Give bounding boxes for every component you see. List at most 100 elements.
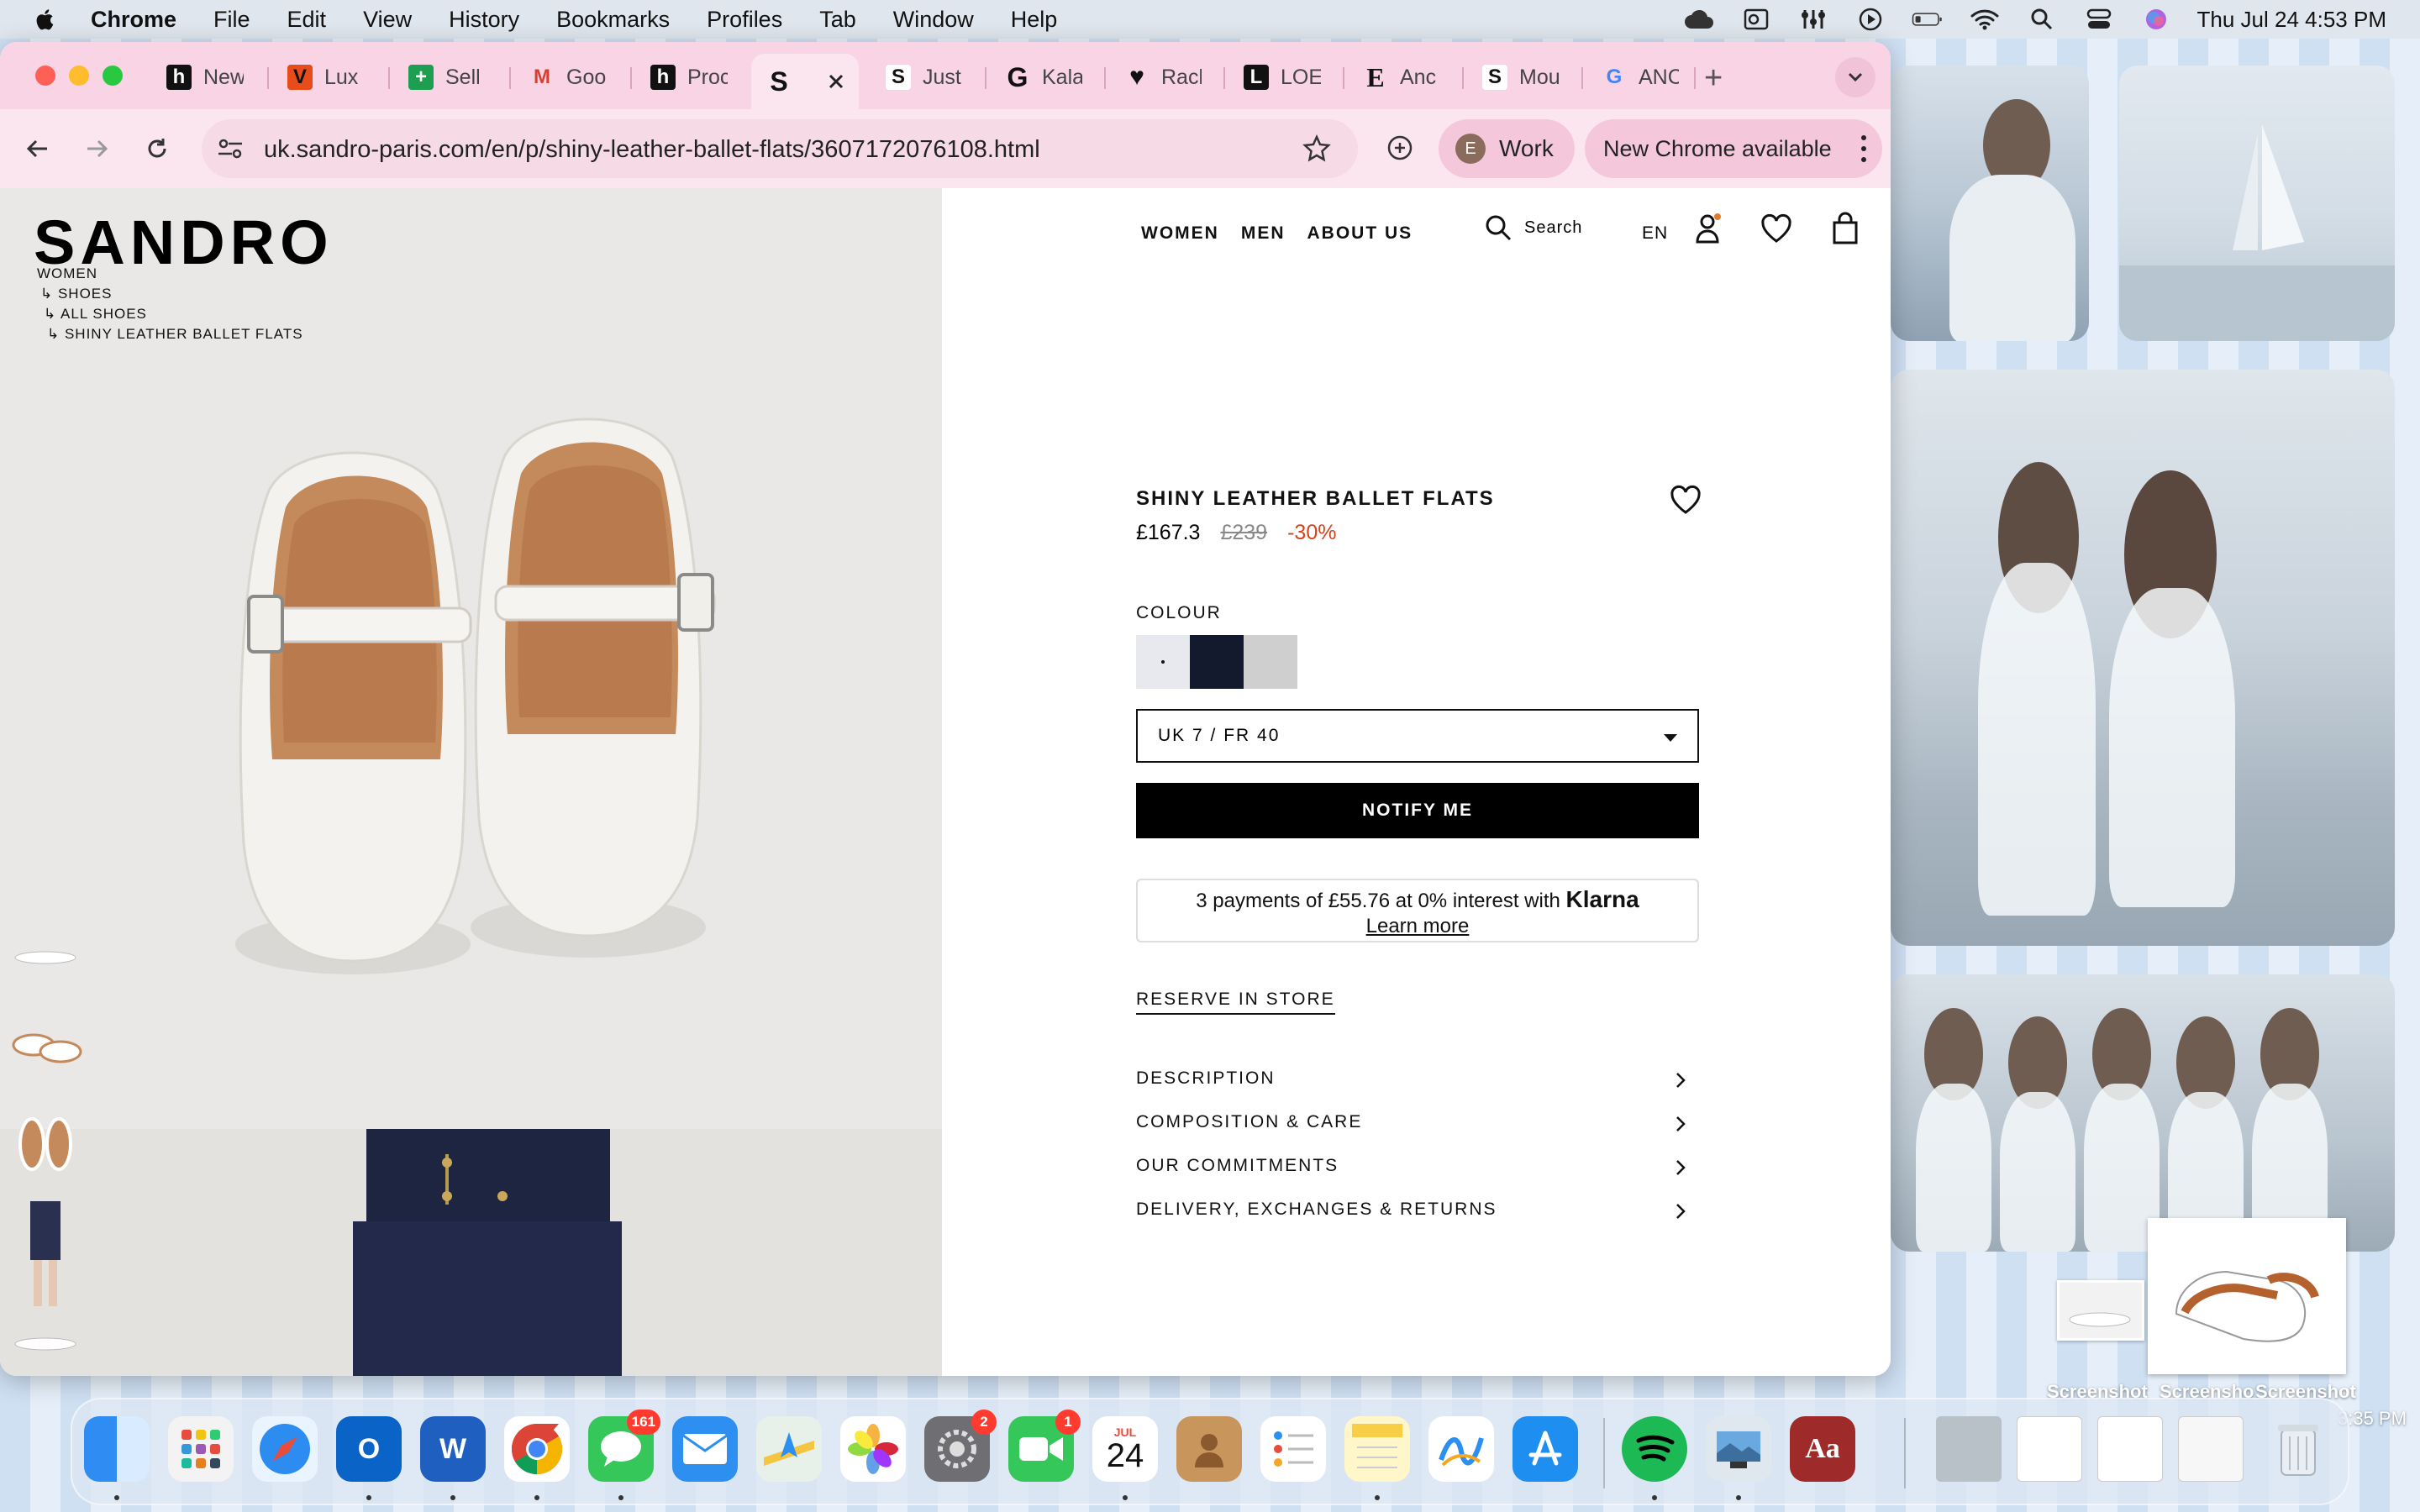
maps-icon[interactable] — [756, 1416, 822, 1482]
accordion-composition-care[interactable]: COMPOSITION & CARE — [1136, 1112, 1691, 1146]
accordion-commitments[interactable]: OUR COMMITMENTS — [1136, 1156, 1691, 1189]
mail-icon[interactable] — [672, 1416, 738, 1482]
cloud-icon[interactable] — [1683, 7, 1715, 32]
menu-file[interactable]: File — [213, 7, 250, 33]
browser-tab[interactable]: E Anc — [1348, 54, 1455, 101]
wifi-icon[interactable] — [1969, 7, 2001, 32]
safari-icon[interactable] — [252, 1416, 318, 1482]
reserve-in-store-link[interactable]: RESERVE IN STORE — [1136, 990, 1335, 1015]
add-to-wishlist-icon[interactable] — [1669, 484, 1702, 516]
size-select[interactable]: UK 7 / FR 40 — [1136, 709, 1699, 763]
more-vert-icon[interactable] — [1860, 134, 1867, 163]
browser-tab[interactable]: S Mou — [1467, 54, 1575, 101]
browser-tab[interactable]: M Goo — [514, 54, 622, 101]
downloads-stack-icon[interactable] — [1936, 1416, 2002, 1482]
browser-tab[interactable]: G ANC — [1586, 54, 1694, 101]
extension-icon[interactable] — [1385, 133, 1415, 163]
wishlist-icon[interactable] — [1760, 212, 1793, 245]
freeform-icon[interactable] — [1428, 1416, 1494, 1482]
breadcrumb-item[interactable]: WOMEN — [37, 265, 97, 282]
klarna-learn-more-link[interactable]: Learn more — [1366, 915, 1470, 937]
play-icon[interactable] — [1854, 7, 1886, 32]
photos-icon[interactable] — [840, 1416, 906, 1482]
accordion-delivery-returns[interactable]: DELIVERY, EXCHANGES & RETURNS — [1136, 1200, 1691, 1233]
menu-help[interactable]: Help — [1011, 7, 1058, 33]
screenshot-file-thumbnail[interactable] — [2148, 1218, 2346, 1374]
screenshot-stack-icon[interactable] — [2097, 1416, 2163, 1482]
browser-tab[interactable]: V Lux — [272, 54, 380, 101]
gallery-thumbnail[interactable] — [8, 1201, 84, 1310]
screenshot-file-thumbnail[interactable] — [2057, 1280, 2144, 1341]
colour-swatch-grey[interactable] — [1244, 635, 1297, 689]
control-center-icon[interactable] — [2083, 7, 2115, 32]
browser-tab[interactable]: + Sell — [393, 54, 501, 101]
nav-men[interactable]: MEN — [1241, 223, 1286, 244]
zoom-window-button[interactable] — [103, 66, 123, 86]
colour-swatch-navy[interactable] — [1190, 635, 1244, 689]
app-store-icon[interactable] — [1512, 1416, 1578, 1482]
product-image-model[interactable] — [0, 1129, 942, 1376]
recent-stack-icon[interactable] — [2178, 1416, 2244, 1482]
menu-app-name[interactable]: Chrome — [91, 7, 176, 33]
close-window-button[interactable] — [35, 66, 55, 86]
url-text[interactable]: uk.sandro-paris.com/en/p/shiny-leather-b… — [264, 136, 1040, 164]
spotify-icon[interactable] — [1622, 1416, 1687, 1482]
notify-me-button[interactable]: NOTIFY ME — [1136, 783, 1699, 838]
shopping-bag-icon[interactable] — [1828, 212, 1862, 245]
menu-bookmarks[interactable]: Bookmarks — [556, 7, 670, 33]
menu-edit[interactable]: Edit — [287, 7, 327, 33]
contacts-icon[interactable] — [1176, 1416, 1242, 1482]
chrome-icon[interactable] — [504, 1416, 570, 1482]
language-selector[interactable]: EN — [1642, 223, 1668, 244]
bookmark-star-icon[interactable] — [1302, 134, 1331, 163]
battery-icon[interactable] — [1912, 7, 1944, 32]
browser-tab[interactable]: h New — [151, 54, 259, 101]
siri-icon[interactable] — [2140, 7, 2172, 32]
colour-swatch-white[interactable] — [1136, 635, 1190, 689]
nav-women[interactable]: WOMEN — [1141, 223, 1219, 244]
gallery-thumbnail[interactable] — [8, 927, 84, 978]
menu-view[interactable]: View — [363, 7, 412, 33]
browser-tab[interactable]: S Just — [871, 54, 978, 101]
new-tab-button[interactable]: + — [1704, 60, 1723, 97]
close-tab-icon[interactable] — [827, 72, 845, 91]
profile-button[interactable]: E Work — [1439, 119, 1575, 178]
browser-tab[interactable]: ♥ Racl — [1109, 54, 1217, 101]
remote-icon[interactable] — [1797, 7, 1829, 32]
address-bar[interactable]: uk.sandro-paris.com/en/p/shiny-leather-b… — [202, 119, 1358, 178]
reload-button[interactable] — [136, 128, 178, 170]
browser-tab[interactable]: G Kala — [990, 54, 1097, 101]
preview-icon[interactable] — [1706, 1416, 1771, 1482]
apple-icon[interactable] — [34, 6, 57, 33]
menu-profiles[interactable]: Profiles — [707, 7, 782, 33]
system-settings-icon[interactable]: 2 — [924, 1410, 997, 1482]
accordion-description[interactable]: DESCRIPTION — [1136, 1068, 1691, 1102]
reminders-icon[interactable] — [1260, 1416, 1326, 1482]
facetime-icon[interactable]: 1 — [1008, 1410, 1081, 1482]
browser-tab[interactable]: L LOE — [1228, 54, 1336, 101]
breadcrumb-item[interactable]: ↳ SHOES — [40, 286, 112, 302]
breadcrumb-item[interactable]: ↳ ALL SHOES — [44, 306, 147, 323]
account-icon[interactable] — [1692, 212, 1726, 245]
menu-tab[interactable]: Tab — [819, 7, 856, 33]
messages-icon[interactable]: 161 — [588, 1410, 660, 1482]
menu-window[interactable]: Window — [893, 7, 974, 33]
back-button[interactable] — [17, 128, 59, 170]
nav-about-us[interactable]: ABOUT US — [1307, 223, 1413, 244]
site-settings-icon[interactable] — [217, 136, 244, 161]
gallery-thumbnail[interactable] — [8, 1314, 84, 1364]
browser-tab-active[interactable]: S — [751, 54, 859, 109]
documents-stack-icon[interactable] — [2017, 1416, 2082, 1482]
clock[interactable]: Thu Jul 24 4:53 PM — [2197, 7, 2386, 33]
gallery-thumbnail[interactable] — [8, 1107, 84, 1183]
gallery-thumbnail[interactable] — [8, 1011, 84, 1079]
tab-search-button[interactable] — [1835, 57, 1876, 97]
outlook-icon[interactable]: O — [336, 1416, 402, 1482]
forward-button[interactable] — [76, 128, 118, 170]
minimize-window-button[interactable] — [69, 66, 89, 86]
outlook-status-icon[interactable] — [1740, 7, 1772, 32]
word-icon[interactable]: W — [420, 1416, 486, 1482]
finder-icon[interactable] — [84, 1416, 150, 1482]
dictionary-icon[interactable]: Aa — [1790, 1416, 1855, 1482]
notes-icon[interactable] — [1344, 1416, 1410, 1482]
